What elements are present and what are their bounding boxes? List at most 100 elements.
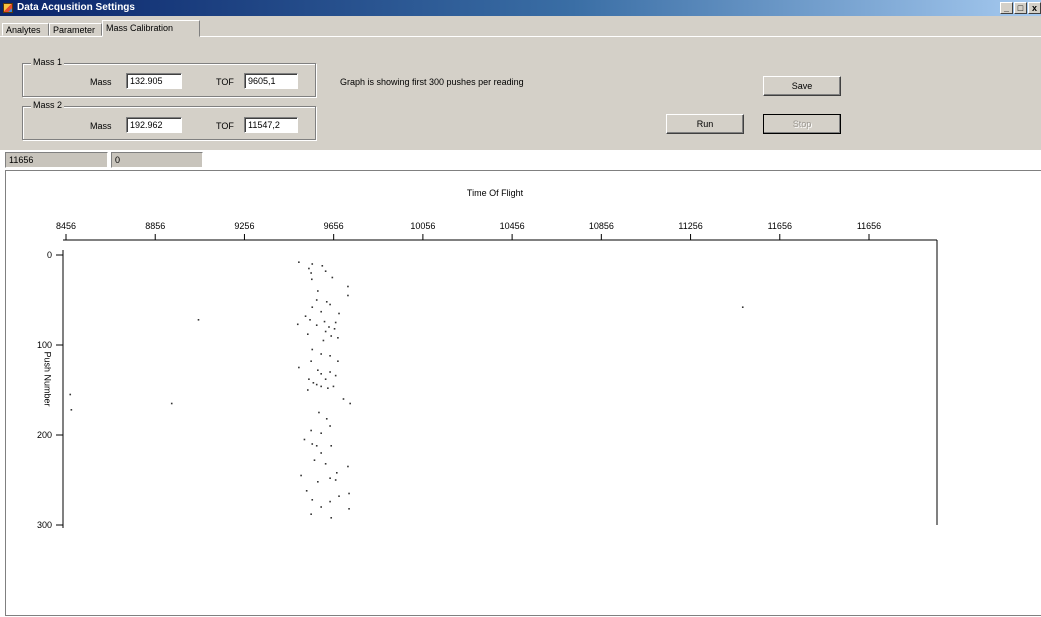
data-point	[741, 306, 744, 308]
data-point	[320, 353, 322, 355]
data-point	[306, 389, 309, 391]
data-point	[197, 319, 200, 321]
y-ticks: 0 100 200 300	[37, 250, 63, 530]
data-point	[324, 378, 327, 380]
data-point	[312, 382, 315, 384]
data-point	[342, 398, 345, 400]
data-point	[328, 326, 330, 328]
data-point	[347, 465, 349, 468]
x-tick-label: 9256	[234, 221, 254, 231]
data-point	[320, 452, 322, 454]
data-point	[320, 310, 322, 313]
data-point	[298, 261, 300, 263]
data-point	[324, 463, 327, 465]
data-point	[329, 303, 331, 306]
x-tick-label: 9656	[324, 221, 344, 231]
data-point	[347, 285, 349, 288]
data-point	[347, 294, 349, 297]
data-point	[337, 337, 339, 339]
data-point	[315, 445, 318, 447]
data-point	[348, 508, 350, 510]
data-point	[320, 432, 322, 434]
data-point	[298, 366, 300, 369]
data-point	[70, 409, 73, 411]
data-point	[311, 263, 314, 265]
y-tick-label: 300	[37, 520, 52, 530]
data-point	[308, 267, 310, 270]
data-point	[303, 438, 306, 441]
tab-mass-calibration[interactable]: Mass Calibration	[102, 20, 200, 37]
data-point	[338, 495, 340, 497]
data-point	[317, 290, 319, 292]
data-point	[333, 328, 336, 330]
data-point	[331, 276, 334, 279]
data-point	[311, 306, 314, 308]
data-point	[334, 479, 337, 481]
x-tick-label: 11256	[678, 221, 702, 231]
data-point	[310, 513, 312, 515]
y-tick-label: 0	[47, 250, 52, 260]
data-point	[329, 477, 331, 479]
x-tick-label: 10056	[410, 221, 435, 231]
data-point	[300, 474, 302, 477]
data-point	[315, 324, 318, 326]
x-tick-label: 8856	[145, 221, 165, 231]
x-tick-label: 10456	[500, 221, 525, 231]
data-point	[317, 369, 319, 371]
data-point	[329, 371, 331, 373]
data-point	[320, 385, 322, 388]
y-tick-label: 200	[37, 430, 52, 440]
x-tick-label: 10856	[589, 221, 614, 231]
data-point	[310, 272, 312, 274]
x-tick-label: 8456	[56, 221, 76, 231]
data-point	[296, 323, 299, 326]
data-point	[311, 443, 314, 445]
data-point	[311, 499, 314, 501]
data-point	[310, 429, 312, 432]
data-point	[318, 411, 320, 414]
data-point	[330, 445, 333, 447]
data-point	[321, 265, 324, 267]
data-point	[329, 425, 331, 427]
data-point	[308, 378, 310, 380]
data-point	[69, 393, 72, 396]
data-point	[324, 270, 327, 272]
scatter-chart: 8456 8856 9256 9656 10056 10456 10856 11256 1165…	[37, 221, 938, 530]
data-point	[334, 374, 337, 377]
data-point	[325, 418, 328, 420]
y-tick-label: 100	[37, 340, 52, 350]
data-point	[338, 312, 340, 315]
data-point	[324, 330, 327, 333]
data-point	[323, 320, 326, 323]
data-point	[322, 339, 325, 342]
data-point	[349, 402, 351, 405]
data-point	[337, 360, 339, 362]
data-point	[348, 492, 350, 495]
data-point	[317, 481, 319, 483]
data-point	[320, 373, 322, 375]
data-point	[325, 301, 328, 303]
data-point	[304, 315, 307, 317]
data-point	[320, 506, 322, 508]
data-point	[170, 402, 173, 405]
data-point	[309, 319, 311, 321]
data-point	[329, 355, 331, 357]
data-point	[311, 348, 314, 351]
data-point	[313, 459, 316, 461]
x-ticks: 8456 8856 9256 9656 10056 10456 10856 11256 1165…	[56, 221, 881, 240]
data-point	[315, 383, 318, 386]
data-point	[332, 385, 335, 388]
data-point	[335, 472, 338, 474]
data-point	[311, 278, 313, 281]
data-point	[315, 299, 318, 301]
data-point	[327, 387, 329, 389]
data-point	[306, 333, 309, 335]
data-point	[310, 360, 312, 362]
data-point	[329, 500, 331, 503]
x-tick-label: 11656	[857, 221, 881, 231]
data-point	[334, 321, 337, 324]
data-point	[330, 517, 333, 519]
data-point	[330, 335, 333, 337]
data-points	[69, 261, 744, 519]
x-tick-label: 11656	[768, 221, 792, 231]
